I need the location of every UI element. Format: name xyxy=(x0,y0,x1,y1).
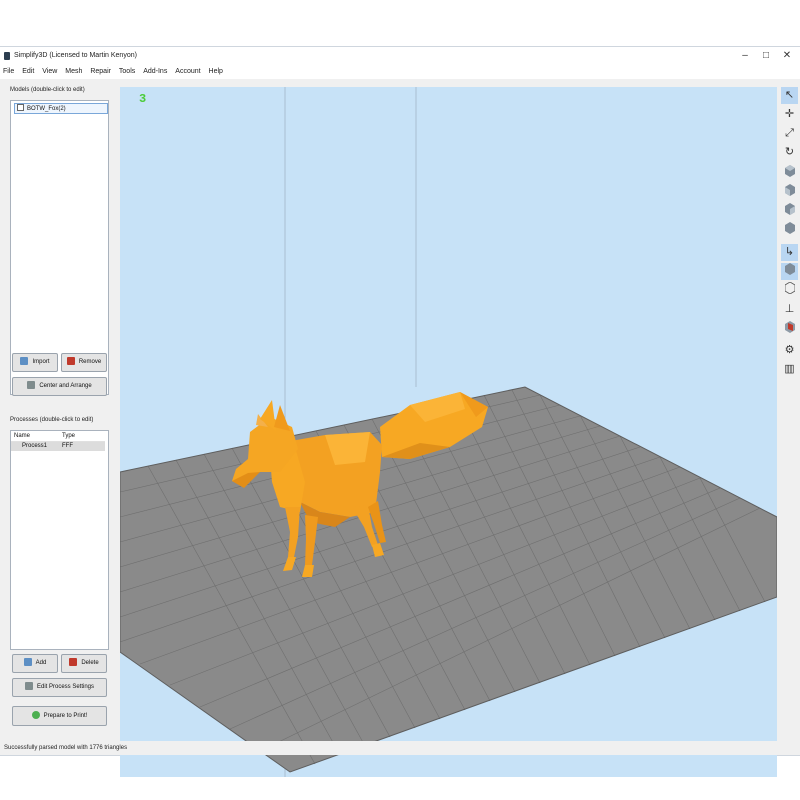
column-header-type[interactable]: Type xyxy=(62,431,75,441)
remove-button[interactable]: Remove xyxy=(61,353,107,372)
view-cube-top-icon[interactable] xyxy=(781,165,798,182)
remove-icon xyxy=(66,357,75,365)
processes-panel-label: Processes (double-click to edit) xyxy=(10,417,94,423)
minimize-button[interactable]: – xyxy=(734,47,756,65)
wireframe-view-icon[interactable] xyxy=(781,281,798,299)
prepare-to-print-button[interactable]: Prepare to Print! xyxy=(12,706,107,726)
model-checkbox[interactable] xyxy=(17,104,24,111)
table-row[interactable]: Process1 FFF xyxy=(11,442,105,451)
select-icon[interactable]: ↳ xyxy=(781,244,798,261)
view-cube-iso-icon[interactable] xyxy=(781,222,798,239)
menu-view[interactable]: View xyxy=(42,65,57,79)
menu-bar: File Edit View Mesh Repair Tools Add-Ins… xyxy=(0,65,800,79)
print-icon xyxy=(31,711,40,719)
menu-help[interactable]: Help xyxy=(209,65,223,79)
delete-button-label: Delete xyxy=(81,660,99,666)
axis-icon[interactable]: ⊥ xyxy=(781,301,798,318)
processes-table[interactable]: Name Type Process1 FFF xyxy=(10,430,109,650)
title-bar: Simplify3D (Licensed to Martin Kenyon) –… xyxy=(0,47,800,65)
scene-canvas[interactable] xyxy=(120,87,777,777)
add-button-label: Add xyxy=(35,660,47,666)
close-button[interactable]: ✕ xyxy=(776,47,798,65)
processes-table-header: Name Type xyxy=(11,431,105,442)
layer-indicator: 3 xyxy=(139,92,147,106)
edit-button-label: Edit Process Settings xyxy=(36,684,95,690)
view-cube-front-icon[interactable] xyxy=(781,184,798,201)
edit-settings-icon xyxy=(24,682,33,690)
process-type-cell: FFF xyxy=(62,443,73,449)
menu-repair[interactable]: Repair xyxy=(90,65,111,79)
delete-icon xyxy=(69,658,78,666)
status-text: Successfully parsed model with 1776 tria… xyxy=(4,745,128,751)
add-process-button[interactable]: Add xyxy=(12,654,58,673)
model-item-label: BOTW_Fox(2) xyxy=(27,106,66,112)
menu-tools[interactable]: Tools xyxy=(119,65,135,79)
3d-viewport[interactable]: 3 xyxy=(120,87,777,777)
solid-view-icon[interactable] xyxy=(781,263,798,280)
model-item[interactable]: BOTW_Fox(2) xyxy=(14,103,108,114)
maximize-button[interactable]: □ xyxy=(755,47,777,65)
menu-add-ins[interactable]: Add-Ins xyxy=(143,65,167,79)
delete-process-button[interactable]: Delete xyxy=(61,654,107,673)
view-toolbar: ↖ ✛ ⤢ ↻ ↳ ⊥ ⚙ ▥ xyxy=(779,87,800,427)
view-cube-right-icon[interactable] xyxy=(781,203,798,220)
pointer-icon[interactable]: ↖ xyxy=(781,87,798,104)
import-button[interactable]: Import xyxy=(12,353,58,372)
menu-edit[interactable]: Edit xyxy=(22,65,34,79)
import-icon xyxy=(20,357,29,365)
app-logo-icon xyxy=(4,52,10,60)
app-window: Simplify3D (Licensed to Martin Kenyon) –… xyxy=(0,46,800,777)
center-button-label: Center and Arrange xyxy=(39,383,92,389)
scale-icon[interactable]: ⤢ xyxy=(781,125,798,142)
menu-file[interactable]: File xyxy=(3,65,14,79)
menu-mesh[interactable]: Mesh xyxy=(65,65,82,79)
move-icon[interactable]: ✛ xyxy=(781,106,798,123)
status-bar: Successfully parsed model with 1776 tria… xyxy=(0,741,800,755)
column-header-name[interactable]: Name xyxy=(14,431,30,441)
rotate-icon[interactable]: ↻ xyxy=(781,144,798,161)
process-name-cell: Process1 xyxy=(22,443,48,449)
prepare-button-label: Prepare to Print! xyxy=(43,713,88,719)
import-button-label: Import xyxy=(32,359,50,365)
settings-gear-icon[interactable]: ⚙ xyxy=(781,342,798,359)
edit-process-settings-button[interactable]: Edit Process Settings xyxy=(12,678,107,697)
cross-section-icon[interactable] xyxy=(781,321,798,338)
menu-account[interactable]: Account xyxy=(175,65,200,79)
remove-button-label: Remove xyxy=(78,359,102,365)
center-arrange-icon xyxy=(27,381,36,389)
build-volume-icon[interactable]: ▥ xyxy=(781,361,798,378)
window-title: Simplify3D (Licensed to Martin Kenyon) xyxy=(14,52,137,59)
models-list[interactable]: BOTW_Fox(2) xyxy=(10,100,109,395)
center-and-arrange-button[interactable]: Center and Arrange xyxy=(12,377,107,396)
add-icon xyxy=(23,658,32,666)
models-panel-label: Models (double-click to edit) xyxy=(10,87,85,93)
